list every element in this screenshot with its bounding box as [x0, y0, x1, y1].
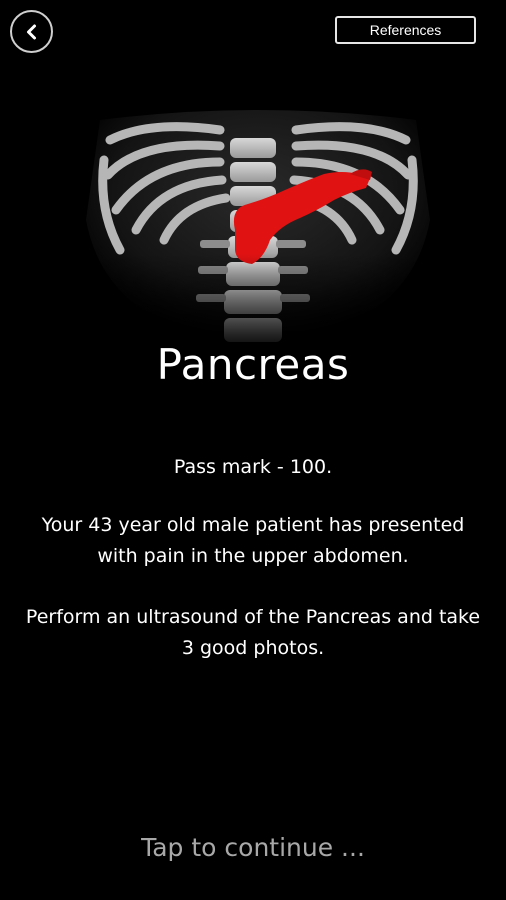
- instruction-text: Perform an ultrasound of the Pancreas an…: [25, 606, 481, 659]
- references-button[interactable]: References: [335, 16, 476, 44]
- anatomy-illustration: [80, 100, 436, 356]
- scenario-text: Your 43 year old male patient has presen…: [41, 514, 465, 567]
- tap-to-continue-button[interactable]: Tap to continue ...: [0, 833, 506, 862]
- pass-mark-text: Pass mark - 100.: [173, 456, 333, 478]
- chevron-left-icon: [26, 24, 36, 39]
- page-title: Pancreas: [156, 340, 350, 389]
- back-button[interactable]: [10, 10, 53, 53]
